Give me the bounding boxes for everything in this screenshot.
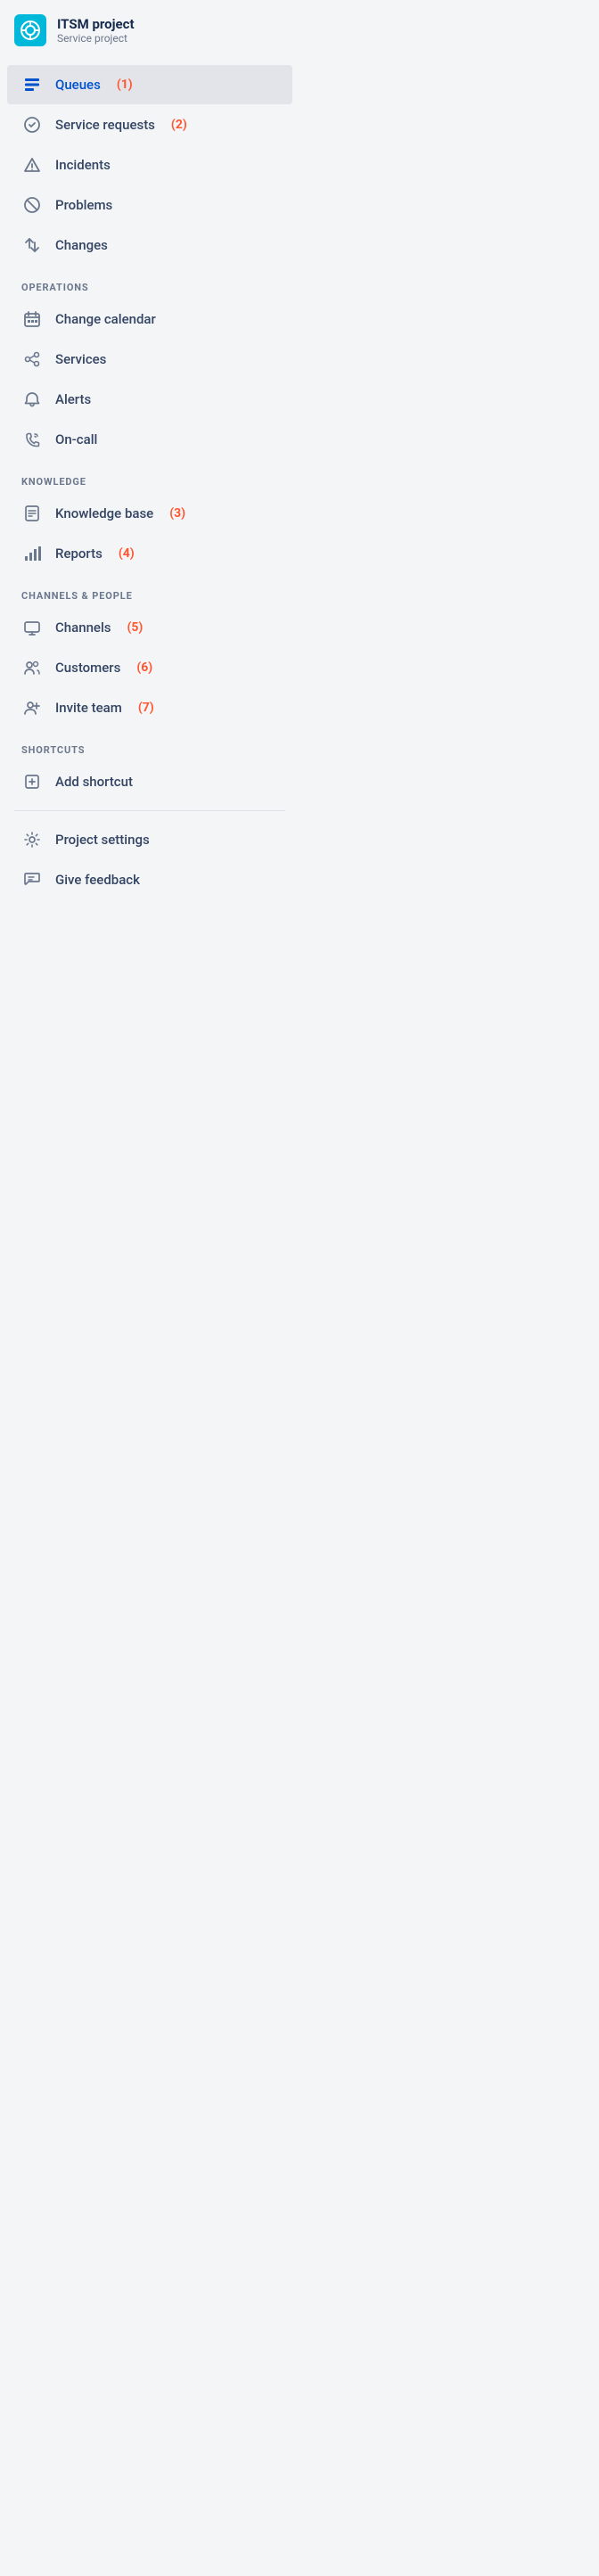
nav-item-incidents[interactable]: Incidents bbox=[7, 145, 292, 185]
invite-icon bbox=[21, 697, 43, 718]
changes-label: Changes bbox=[55, 237, 108, 253]
reports-icon bbox=[21, 543, 43, 564]
invite-team-label: Invite team bbox=[55, 700, 122, 716]
knowledge-icon bbox=[21, 503, 43, 524]
nav-item-invite-team[interactable]: Invite team (7) bbox=[7, 688, 292, 727]
project-info: ITSM project Service project bbox=[57, 16, 135, 45]
alerts-label: Alerts bbox=[55, 391, 91, 407]
queues-icon bbox=[21, 74, 43, 95]
section-operations: OPERATIONS bbox=[0, 266, 300, 299]
incidents-icon bbox=[21, 154, 43, 176]
reports-label: Reports bbox=[55, 546, 103, 562]
on-call-label: On-call bbox=[55, 431, 97, 447]
customers-label: Customers bbox=[55, 660, 120, 676]
queues-label: Queues bbox=[55, 77, 101, 93]
nav-item-changes[interactable]: Changes bbox=[7, 226, 292, 265]
nav-item-problems[interactable]: Problems bbox=[7, 185, 292, 225]
project-header: ITSM project Service project bbox=[0, 0, 300, 64]
nav-item-give-feedback[interactable]: Give feedback bbox=[7, 860, 292, 899]
alerts-icon bbox=[21, 389, 43, 410]
divider bbox=[14, 810, 285, 811]
customers-badge: (6) bbox=[136, 660, 152, 675]
nav-item-reports[interactable]: Reports (4) bbox=[7, 534, 292, 573]
incidents-label: Incidents bbox=[55, 157, 111, 173]
services-label: Services bbox=[55, 351, 106, 367]
customers-icon bbox=[21, 657, 43, 678]
sidebar: ITSM project Service project Queues (1) … bbox=[0, 0, 300, 899]
queues-badge: (1) bbox=[117, 78, 133, 92]
calendar-icon bbox=[21, 308, 43, 330]
section-channels-people: CHANNELS & PEOPLE bbox=[0, 574, 300, 607]
nav-item-add-shortcut[interactable]: Add shortcut bbox=[7, 762, 292, 801]
project-type: Service project bbox=[57, 32, 135, 45]
changes-icon bbox=[21, 234, 43, 256]
nav-item-service-requests[interactable]: Service requests (2) bbox=[7, 105, 292, 144]
channels-label: Channels bbox=[55, 619, 111, 636]
feedback-icon bbox=[21, 869, 43, 890]
nav-item-services[interactable]: Services bbox=[7, 340, 292, 379]
project-name: ITSM project bbox=[57, 16, 135, 32]
change-calendar-label: Change calendar bbox=[55, 311, 156, 327]
add-shortcut-icon bbox=[21, 771, 43, 792]
service-requests-label: Service requests bbox=[55, 117, 155, 133]
nav-item-project-settings[interactable]: Project settings bbox=[7, 820, 292, 859]
oncall-icon bbox=[21, 429, 43, 450]
section-knowledge: KNOWLEDGE bbox=[0, 460, 300, 493]
problems-icon bbox=[21, 194, 43, 216]
problems-label: Problems bbox=[55, 197, 112, 213]
services-icon bbox=[21, 349, 43, 370]
nav-item-alerts[interactable]: Alerts bbox=[7, 380, 292, 419]
service-requests-badge: (2) bbox=[171, 118, 187, 132]
invite-team-badge: (7) bbox=[138, 701, 154, 715]
project-logo bbox=[14, 14, 46, 46]
nav-item-channels[interactable]: Channels (5) bbox=[7, 608, 292, 647]
nav-item-on-call[interactable]: On-call bbox=[7, 420, 292, 459]
service-requests-icon bbox=[21, 114, 43, 135]
knowledge-base-badge: (3) bbox=[169, 506, 185, 521]
nav-item-change-calendar[interactable]: Change calendar bbox=[7, 299, 292, 339]
nav-item-knowledge-base[interactable]: Knowledge base (3) bbox=[7, 494, 292, 533]
reports-badge: (4) bbox=[119, 546, 135, 561]
settings-icon bbox=[21, 829, 43, 850]
knowledge-base-label: Knowledge base bbox=[55, 505, 153, 521]
give-feedback-label: Give feedback bbox=[55, 872, 140, 888]
section-shortcuts: SHORTCUTS bbox=[0, 728, 300, 761]
add-shortcut-label: Add shortcut bbox=[55, 774, 133, 790]
nav-item-queues[interactable]: Queues (1) bbox=[7, 65, 292, 104]
channels-badge: (5) bbox=[127, 620, 144, 635]
nav-item-customers[interactable]: Customers (6) bbox=[7, 648, 292, 687]
channels-icon bbox=[21, 617, 43, 638]
project-settings-label: Project settings bbox=[55, 832, 150, 848]
